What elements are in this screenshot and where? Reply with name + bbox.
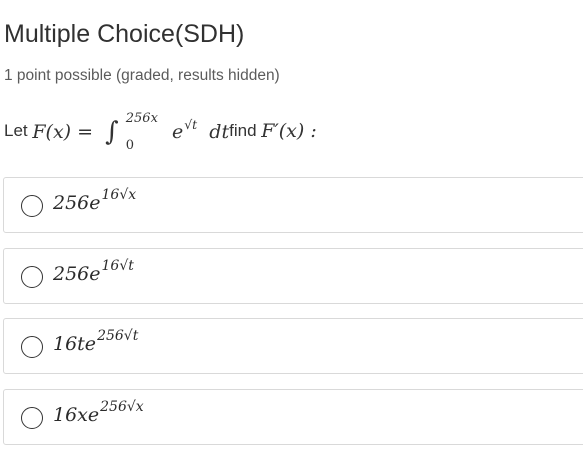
integrand-base: e [171, 120, 184, 143]
option-exponent: 256√x [100, 399, 144, 415]
option-label: 16te256√t [53, 328, 138, 355]
answer-option-2[interactable]: 256e16√t [3, 248, 583, 304]
option-label: 256e16√t [53, 258, 134, 285]
option-exponent: 256√t [97, 328, 139, 344]
radio-button[interactable] [21, 195, 43, 217]
option-coefficient: 16te [53, 333, 97, 355]
problem-title: Multiple Choice(SDH) [4, 20, 245, 48]
prompt-middle: find [229, 121, 257, 140]
integral-limits: 256x 0 [126, 112, 158, 152]
problem-statement: Let F(x) = ∫ 256x 0 e√t dt find F′(x) : [4, 112, 317, 152]
integrand-exponent: √t [184, 116, 198, 132]
differential: dt [209, 120, 230, 143]
points-info: 1 point possible (graded, results hidden… [4, 67, 280, 84]
option-exponent: 16√t [101, 258, 134, 274]
option-coefficient: 256e [53, 192, 101, 214]
radio-button[interactable] [21, 266, 43, 288]
prompt-prefix: Let [4, 121, 28, 140]
option-coefficient: 256e [53, 263, 101, 285]
integral-lower-limit: 0 [125, 137, 135, 153]
radio-button[interactable] [21, 407, 43, 429]
option-exponent: 16√x [101, 187, 137, 203]
integral-sign: ∫ [105, 116, 119, 147]
option-coefficient: 16xe [53, 404, 100, 426]
function-definition: F(x) = ∫ 256x 0 e√t dt [32, 112, 230, 152]
option-label: 16xe256√x [53, 399, 144, 426]
answer-option-1[interactable]: 256e16√x [3, 177, 583, 233]
integral-upper-limit: 256x [125, 110, 158, 126]
derivative-expression: F′(x) : [261, 120, 317, 142]
radio-button[interactable] [21, 336, 43, 358]
answer-option-3[interactable]: 16te256√t [3, 318, 583, 374]
option-label: 256e16√x [53, 187, 136, 214]
answer-option-4[interactable]: 16xe256√x [3, 389, 583, 445]
function-lhs: F(x) = [32, 120, 94, 143]
